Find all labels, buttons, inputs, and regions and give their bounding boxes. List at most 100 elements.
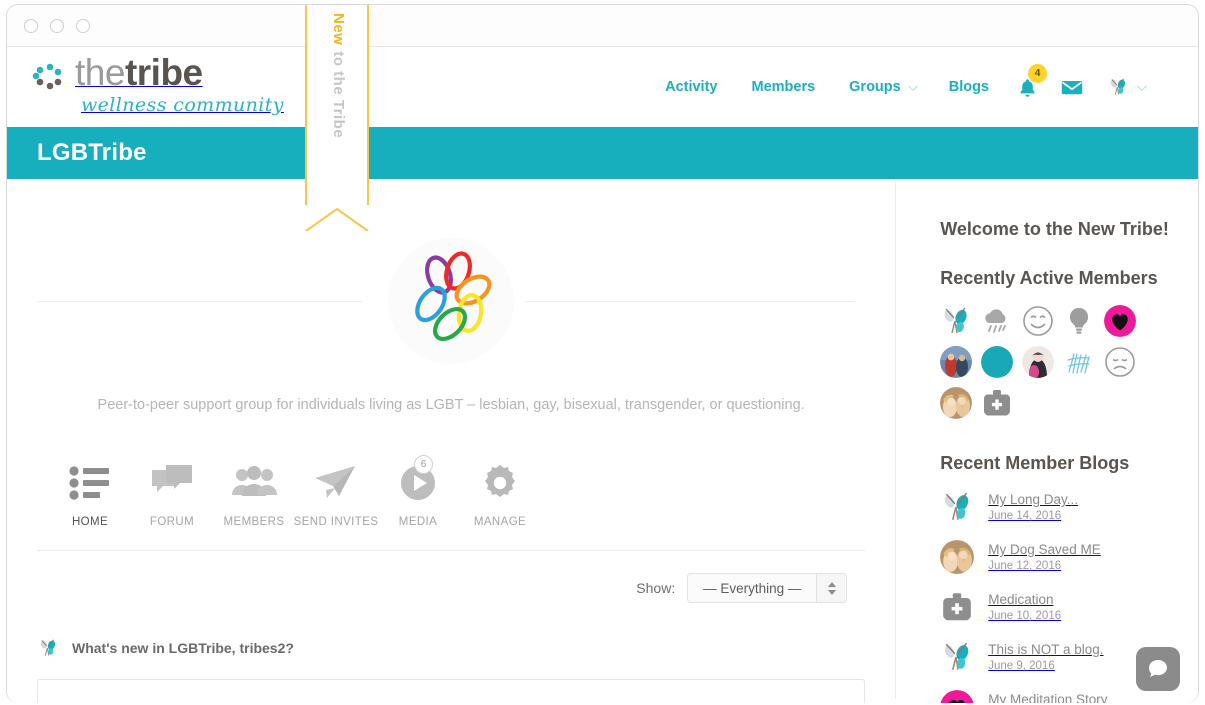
paper-plane-icon — [313, 461, 359, 505]
nav-item-activity[interactable]: Activity — [648, 79, 734, 95]
member-avatar-frown[interactable] — [1104, 346, 1136, 378]
sidebar-members-title: Recently Active Members — [940, 268, 1158, 288]
member-avatar-heart[interactable] — [1104, 305, 1137, 337]
window-maximize-button[interactable] — [76, 18, 90, 33]
member-avatar-photo-2[interactable] — [1022, 346, 1055, 378]
select-stepper-icon[interactable] — [816, 574, 847, 602]
nav-item-groups[interactable]: Groups — [832, 79, 932, 95]
member-avatar-raincloud[interactable] — [981, 305, 1013, 337]
tab-label-home: HOME — [71, 516, 109, 528]
blog-title: My Long Day... — [988, 492, 1079, 507]
chat-bubble-icon — [1149, 660, 1167, 677]
post-prompt: What's new in LGBTribe, tribes2? — [72, 640, 294, 656]
page-content: Peer-to-peer support group for individua… — [7, 179, 1198, 703]
nav-item-members[interactable]: Members — [734, 79, 832, 95]
member-avatar-photo-1[interactable] — [940, 346, 973, 378]
nav-label-groups: Groups — [849, 79, 901, 95]
filter-value: — Everything — — [688, 574, 817, 602]
site-logo[interactable]: thetribe wellness community — [30, 53, 284, 116]
logo-the: the — [75, 52, 125, 93]
tab-label-forum: FORUM — [149, 516, 195, 528]
logo-dots-icon — [30, 61, 70, 101]
post-form-header: What's new in LGBTribe, tribes2? — [37, 637, 865, 659]
ribbon-highlight: New — [330, 13, 348, 46]
chevron-down-icon — [1136, 80, 1147, 91]
tab-forum[interactable]: FORUM — [131, 461, 213, 528]
blog-list-item[interactable]: My Meditation Story June 2, 2016 — [940, 690, 1198, 703]
ribbon-text: New to the Tribe — [307, 5, 371, 205]
nav-label-members: Members — [751, 79, 816, 95]
sidebar: Welcome to the New Tribe! Recently Activ… — [896, 179, 1198, 703]
blog-avatar-butterfly — [940, 490, 974, 524]
nav-label-activity: Activity — [665, 79, 718, 95]
tab-label-members: MEMBERS — [223, 516, 285, 528]
notifications-button[interactable]: 4 — [1006, 63, 1049, 98]
blog-avatar-butterfly — [940, 640, 974, 674]
tab-send-invites[interactable]: SEND INVITES — [294, 461, 378, 528]
member-avatar-photo-3[interactable] — [940, 387, 973, 419]
member-avatar-medkit[interactable] — [981, 387, 1013, 419]
butterfly-avatar-icon — [40, 639, 56, 656]
sidebar-welcome-title: Welcome to the New Tribe! — [940, 219, 1169, 239]
group-avatar-row — [7, 231, 895, 371]
member-avatar-teal-circle[interactable] — [981, 346, 1014, 378]
window-minimize-button[interactable] — [50, 18, 64, 33]
chat-widget-button[interactable] — [1136, 647, 1180, 691]
group-title-bar: LGBTribe — [7, 127, 1198, 179]
post-update-form: What's new in LGBTribe, tribes2? — [37, 637, 866, 703]
list-icon — [68, 461, 112, 505]
rainbow-flower-logo-icon — [415, 251, 492, 342]
blog-list-item[interactable]: My Dog Saved ME June 12, 2016 — [940, 540, 1198, 574]
tabs-divider — [37, 550, 866, 551]
sidebar-blogs-title: Recent Member Blogs — [940, 453, 1130, 473]
media-badge: 6 — [414, 455, 433, 474]
blog-list-item[interactable]: My Long Day... June 14, 2016 — [940, 490, 1198, 524]
messages-button[interactable] — [1049, 79, 1095, 96]
window-titlebar — [7, 5, 1198, 47]
member-avatar-scribble[interactable] — [1063, 346, 1095, 378]
blog-date: June 10, 2016 — [988, 610, 1062, 622]
logo-tagline: wellness community — [81, 94, 284, 116]
member-avatar-lightbulb[interactable] — [1063, 305, 1095, 337]
nav-item-blogs[interactable]: Blogs — [932, 79, 1006, 95]
tab-label-manage: MANAGE — [473, 516, 527, 528]
account-menu-button[interactable] — [1095, 76, 1156, 98]
blog-avatar-heart — [940, 690, 974, 703]
tab-members[interactable]: MEMBERS — [213, 461, 295, 528]
tab-media[interactable]: 6 MEDIA — [377, 455, 459, 528]
activity-filter-row: Show: — Everything — — [7, 573, 848, 603]
filter-label: Show: — [636, 580, 676, 596]
logo-tribe: tribe — [124, 52, 203, 93]
activity-filter-select[interactable]: — Everything — — [687, 573, 848, 603]
notifications-badge: 4 — [1028, 63, 1047, 83]
post-textarea[interactable] — [37, 679, 866, 703]
tab-manage[interactable]: MANAGE — [459, 461, 541, 528]
browser-window: thetribe wellness community Activity Mem… — [6, 4, 1199, 703]
play-circle-icon: 6 — [398, 455, 438, 505]
blog-title: My Dog Saved ME — [988, 542, 1101, 557]
member-avatar-smiley[interactable] — [1022, 305, 1054, 337]
tab-home[interactable]: HOME — [49, 461, 131, 528]
blog-title: Medication — [988, 592, 1054, 607]
nav-label-blogs: Blogs — [948, 79, 989, 95]
chevron-down-icon — [827, 589, 836, 595]
group-avatar[interactable] — [388, 238, 515, 364]
window-close-button[interactable] — [24, 18, 38, 33]
blog-list-item[interactable]: Medication June 10, 2016 — [940, 590, 1198, 624]
blog-avatar-medkit — [940, 590, 974, 624]
chat-bubbles-icon — [149, 461, 195, 505]
envelope-icon — [1061, 80, 1083, 94]
people-icon — [230, 461, 278, 505]
butterfly-avatar-icon — [1110, 78, 1126, 95]
divider-right — [525, 301, 855, 302]
chevron-down-icon — [907, 80, 918, 91]
blog-date: June 14, 2016 — [988, 510, 1062, 522]
blog-date: June 12, 2016 — [988, 560, 1062, 572]
member-avatar-butterfly[interactable] — [940, 305, 972, 337]
gear-icon — [480, 461, 520, 505]
blog-title: My Meditation Story — [988, 692, 1108, 703]
blog-title: This is NOT a blog. — [988, 642, 1104, 657]
ribbon-rest: to the Tribe — [330, 51, 348, 139]
new-to-the-tribe-ribbon[interactable]: New to the Tribe — [305, 5, 371, 231]
page-title: LGBTribe — [37, 139, 147, 166]
